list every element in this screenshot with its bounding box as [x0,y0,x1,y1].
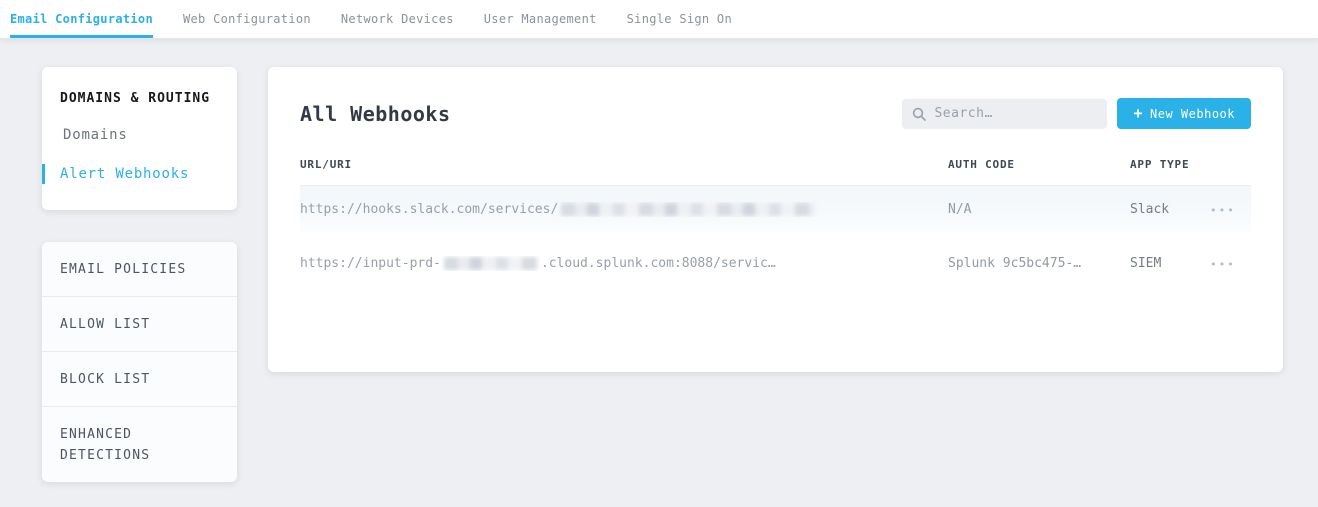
more-options-icon[interactable]: ••• [1208,255,1238,274]
redacted-url-segment [561,203,814,216]
table-header-row: URL/URI AUTH CODE APP TYPE [300,158,1251,186]
webhook-url: https://hooks.slack.com/services/ [300,202,948,217]
tab-single-sign-on[interactable]: Single Sign On [627,0,732,38]
sidebar-item-email-policies[interactable]: EMAIL POLICIES [42,242,237,297]
sidebar-item-block-list[interactable]: BLOCK LIST [42,352,237,407]
plus-icon: + [1133,106,1143,121]
content-area: DOMAINS & ROUTING Domains Alert Webhooks… [0,39,1318,482]
url-text-suffix: .cloud.splunk.com:8088/servic… [541,256,776,271]
tab-network-devices[interactable]: Network Devices [341,0,454,38]
tab-user-management[interactable]: User Management [484,0,597,38]
column-header-auth-code: AUTH CODE [948,158,1130,171]
url-text: https://hooks.slack.com/services/ [300,202,558,217]
more-options-icon[interactable]: ••• [1208,201,1238,220]
top-navigation: Email Configuration Web Configuration Ne… [0,0,1318,39]
webhook-auth-code: Splunk 9c5bc475-… [948,256,1130,271]
column-header-url: URL/URI [300,158,948,171]
sidebar-item-alert-webhooks[interactable]: Alert Webhooks [42,164,237,184]
webhooks-panel: All Webhooks + New Webhook URL/URI AUTH … [268,67,1283,372]
webhook-auth-code: N/A [948,202,1130,217]
row-actions: ••• [1208,253,1251,274]
panel-header: All Webhooks + New Webhook [300,98,1251,129]
sidebar-item-enhanced-detections[interactable]: ENHANCED DETECTIONS [42,407,237,482]
page-title: All Webhooks [300,102,451,126]
tab-email-configuration[interactable]: Email Configuration [10,0,153,38]
sidebar-item-domains[interactable]: Domains [42,125,237,145]
redacted-url-segment [444,257,538,270]
table-row: https://hooks.slack.com/services/ N/A Sl… [300,186,1251,232]
sidebar-item-allow-list[interactable]: ALLOW LIST [42,297,237,352]
search-box [902,99,1107,129]
new-webhook-button[interactable]: + New Webhook [1117,98,1251,129]
policies-card: EMAIL POLICIES ALLOW LIST BLOCK LIST ENH… [42,242,237,482]
new-webhook-label: New Webhook [1150,107,1235,121]
tab-web-configuration[interactable]: Web Configuration [183,0,311,38]
webhooks-table: URL/URI AUTH CODE APP TYPE https://hooks… [300,158,1251,294]
search-icon [912,107,926,121]
webhook-app-type: SIEM [1130,256,1208,271]
domains-routing-title: DOMAINS & ROUTING [42,91,237,106]
search-input[interactable] [934,106,1097,121]
row-actions: ••• [1208,199,1251,220]
url-text: https://input-prd- [300,256,441,271]
column-header-app-type: APP TYPE [1130,158,1208,171]
webhook-app-type: Slack [1130,202,1208,217]
domains-routing-card: DOMAINS & ROUTING Domains Alert Webhooks [42,67,237,210]
webhook-url: https://input-prd- .cloud.splunk.com:808… [300,256,948,271]
sidebar: DOMAINS & ROUTING Domains Alert Webhooks… [42,67,237,482]
table-row: https://input-prd- .cloud.splunk.com:808… [300,232,1251,294]
